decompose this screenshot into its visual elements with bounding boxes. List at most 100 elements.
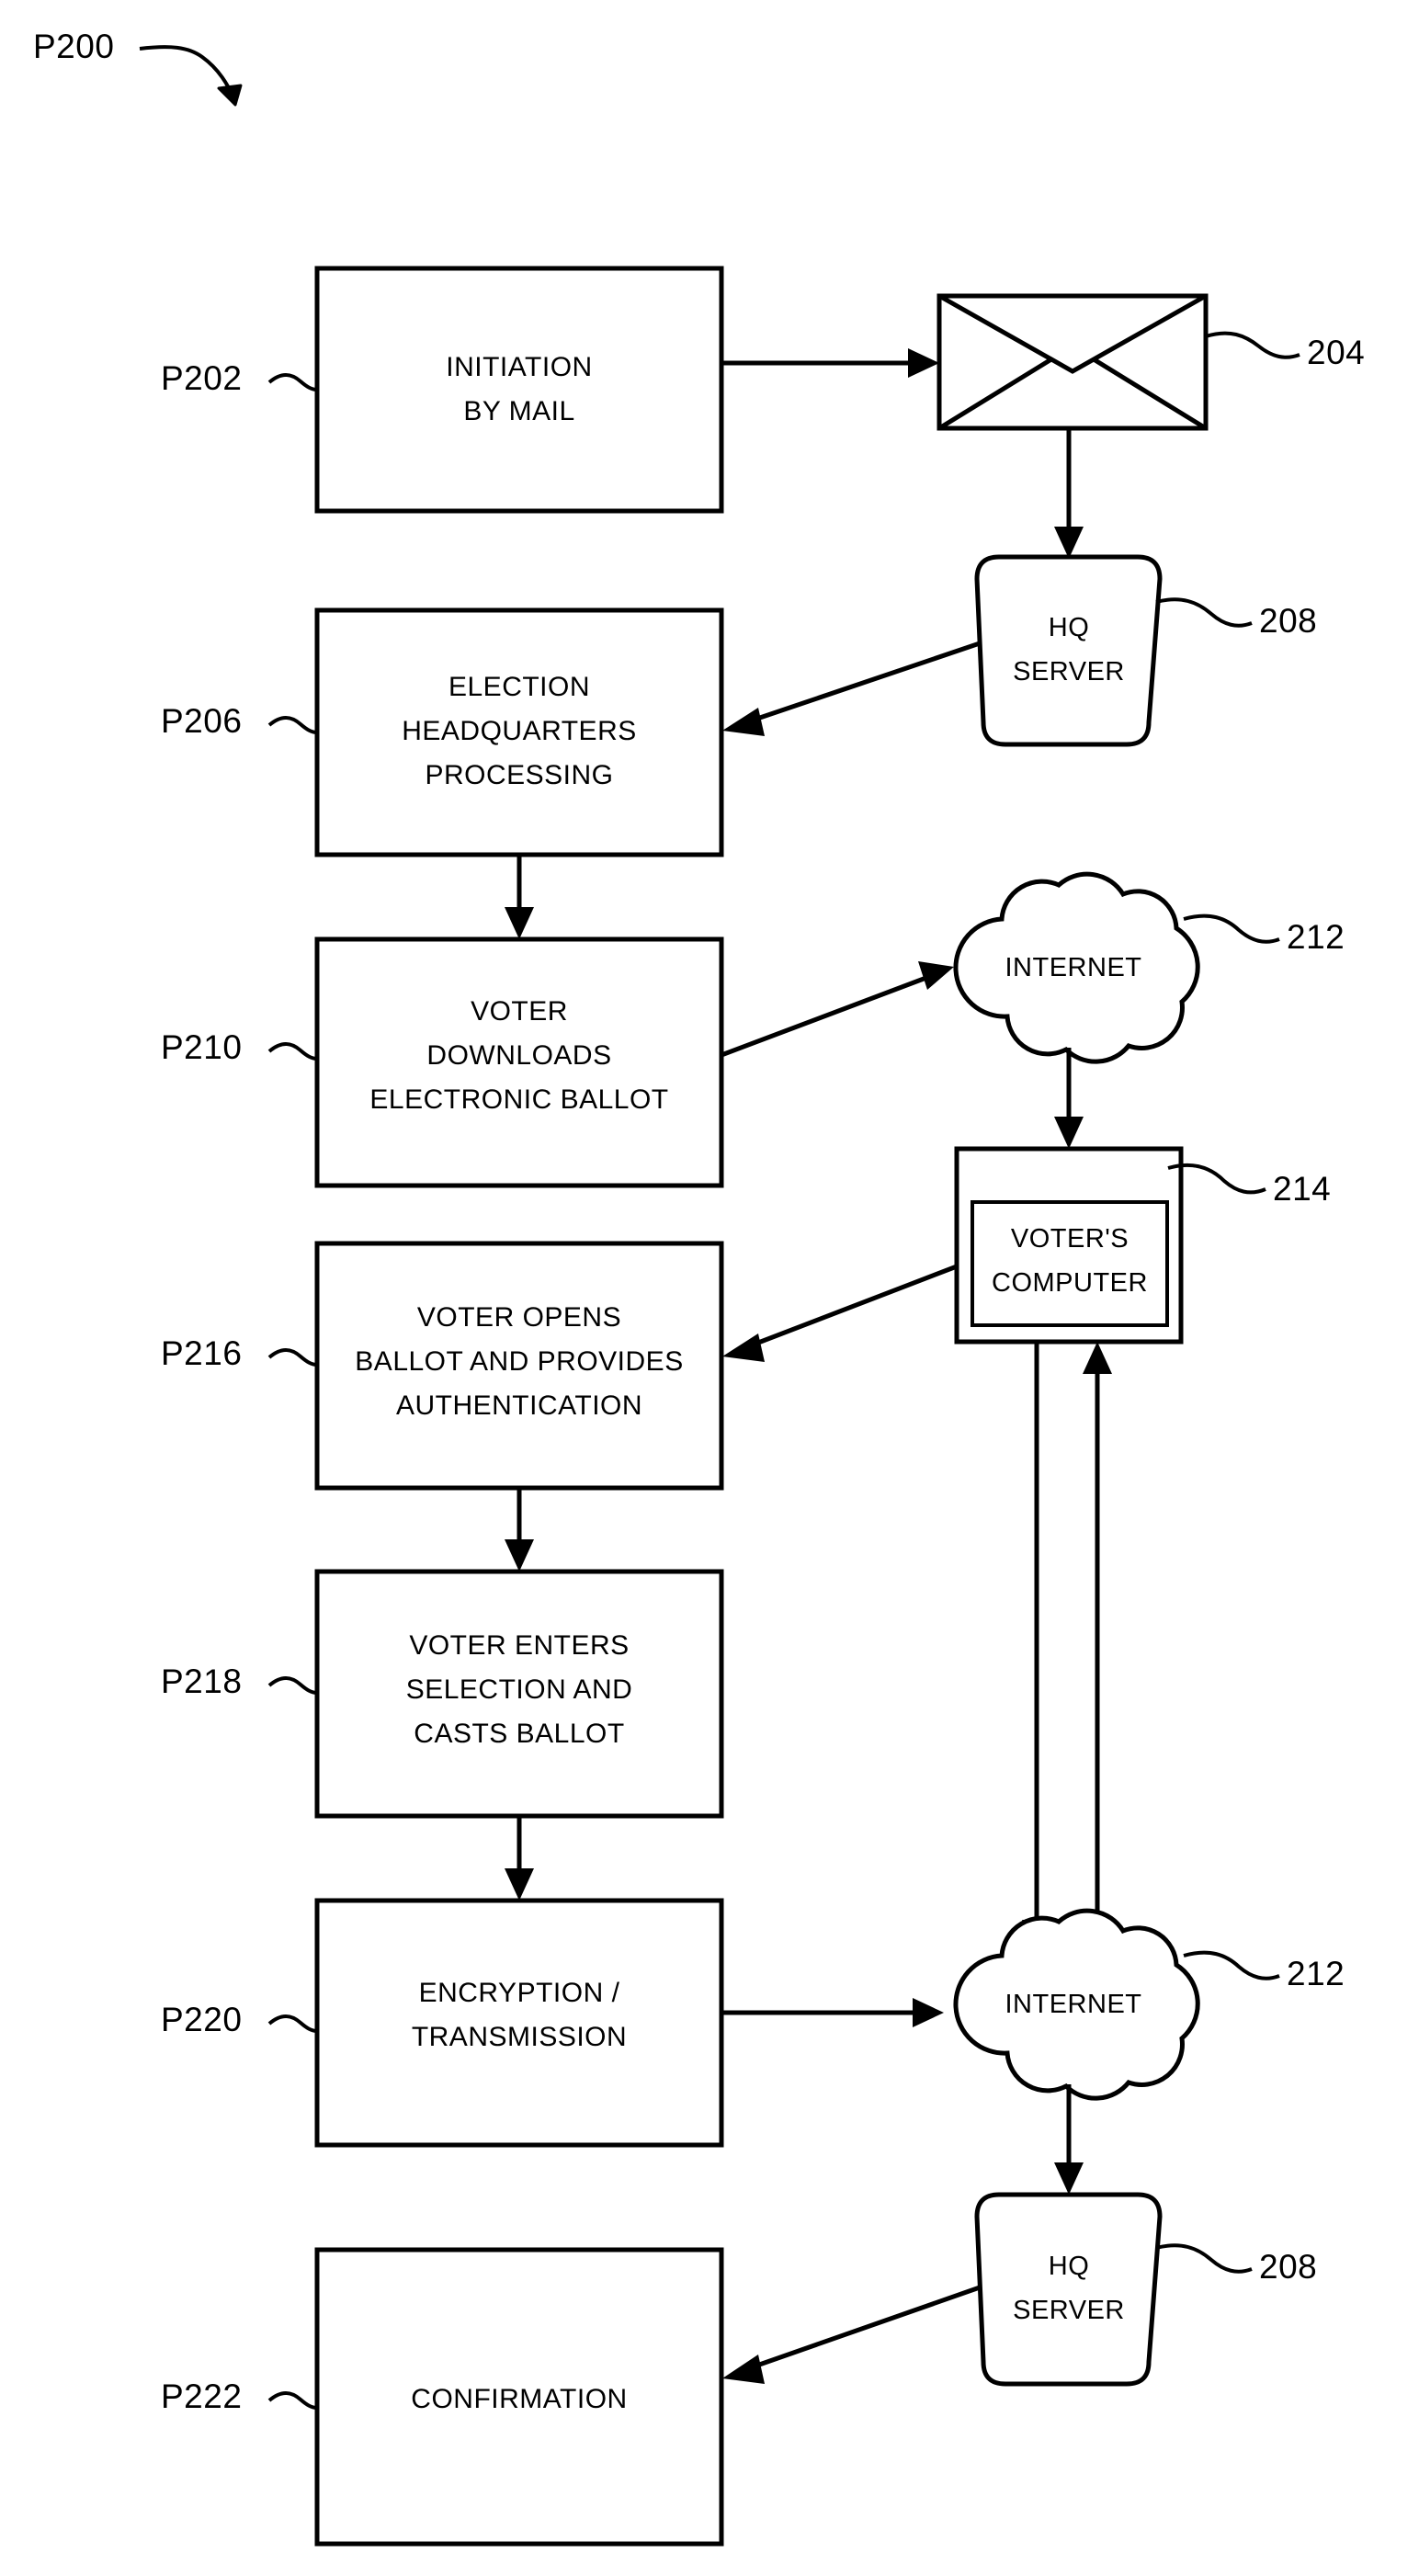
monitor-icon[interactable]: VOTER'S COMPUTER [954,1146,1184,1345]
arrow-server-to-p206 [722,641,981,736]
arrow-computer-to-p216 [722,1264,958,1362]
envelope-icon[interactable] [937,293,1209,431]
arrow-p202-to-envelope [721,348,939,378]
arrow-server-to-p206-line [745,641,981,725]
ref-p222-group: P222 [161,2377,318,2415]
ref-p206-group: P206 [161,702,318,740]
cloud-icon-top-label: INTERNET [1005,953,1142,982]
process-box-p216-line2: BALLOT AND PROVIDES [355,1346,683,1377]
ref-label-p216: P216 [161,1334,242,1372]
arrow-internet-top-to-computer-head [1054,1117,1084,1149]
monitor-icon-line2: COMPUTER [992,1268,1148,1298]
cloud-icon-bottom[interactable]: INTERNET [953,1908,1200,2101]
cloud-icon-bottom-label: INTERNET [1005,1990,1142,2019]
arrow-p210-to-internet-top-head [918,961,954,990]
monitor-icon-line1: VOTER'S [1011,1224,1129,1254]
ref-label-p210: P210 [161,1028,242,1066]
figure-id-leader [139,45,237,102]
process-box-p206-line3: PROCESSING [425,760,613,790]
server-icon-top[interactable]: HQ SERVER [974,554,1163,747]
envelope-icon-body[interactable] [937,293,1209,431]
arrow-p216-to-p218 [505,1488,534,1572]
arrow-server-to-p222 [722,2285,981,2384]
process-box-p210-line3: ELECTRONIC BALLOT [369,1084,668,1115]
process-box-p218[interactable]: VOTER ENTERS SELECTION AND CASTS BALLOT [314,1569,724,1819]
arrow-server-to-p206-head [722,708,765,736]
arrow-internet-bottom-to-computer [1083,1342,1112,1952]
ref-212-bottom-group: 212 [1183,1950,1345,1992]
cloud-icon-top[interactable]: INTERNET [953,871,1200,1064]
ref-leader-p206 [267,716,318,734]
server-icon-top-line2: SERVER [1013,657,1125,687]
ref-leader-212-top [1183,914,1280,944]
ref-label-p206: P206 [161,702,242,740]
ref-p210-group: P210 [161,1028,318,1066]
process-box-p216[interactable]: VOTER OPENS BALLOT AND PROVIDES AUTHENTI… [314,1241,724,1491]
process-box-p218-line2: SELECTION AND [406,1674,633,1705]
arrow-internet-top-to-computer [1054,1048,1084,1149]
arrow-server-to-p222-line [745,2285,981,2372]
arrow-p210-to-internet-top [721,961,954,1058]
ref-p218-group: P218 [161,1662,318,1700]
process-box-p206[interactable]: ELECTION HEADQUARTERS PROCESSING [314,607,724,857]
arrow-p216-to-p218-head [505,1539,534,1572]
process-box-p210[interactable]: VOTER DOWNLOADS ELECTRONIC BALLOT [314,936,724,1188]
arrow-p202-to-envelope-head [908,348,939,378]
arrow-p220-to-internet-bottom [721,1998,944,2027]
ref-label-208-top: 208 [1259,602,1317,640]
figure-id-arrowhead [217,84,243,107]
arrow-internet-bottom-to-server [1054,2084,1084,2195]
ref-p216-group: P216 [161,1334,318,1372]
ref-leader-p218 [267,1676,318,1695]
ref-208-top-group: 208 [1155,597,1317,640]
process-box-p202[interactable]: INITIATION BY MAIL [314,266,724,514]
process-box-p210-line2: DOWNLOADS [426,1040,611,1071]
ref-leader-208-top [1155,597,1253,628]
server-icon-bottom-body[interactable] [974,2192,1163,2387]
arrow-p210-to-internet-top-line [721,973,932,1058]
process-box-p206-line2: HEADQUARTERS [402,716,637,746]
ref-leader-p222 [267,2391,318,2410]
process-box-p222-line1: CONFIRMATION [411,2384,627,2414]
arrow-p220-to-internet-bottom-head [913,1998,944,2027]
ref-214-group: 214 [1167,1163,1331,1208]
server-icon-bottom[interactable]: HQ SERVER [974,2192,1163,2387]
server-icon-top-body[interactable] [974,554,1163,747]
ref-label-212-bottom: 212 [1287,1955,1345,1992]
ref-label-214: 214 [1273,1170,1331,1208]
ref-label-p222: P222 [161,2377,242,2415]
arrow-p218-to-p220-head [505,1868,534,1901]
process-box-p218-line1: VOTER ENTERS [409,1630,629,1661]
monitor-icon-screen[interactable] [971,1200,1169,1327]
ref-label-p218: P218 [161,1662,242,1700]
arrow-p218-to-p220 [505,1816,534,1901]
arrow-computer-to-p216-head [722,1333,765,1362]
arrow-envelope-to-server-head [1054,527,1084,559]
arrow-envelope-to-server [1054,428,1084,559]
ref-208-bottom-group: 208 [1155,2243,1317,2286]
ref-leader-204 [1205,331,1300,359]
flowchart-canvas: P200 INITIATION BY MAIL P202 204 HQ SERV… [33,28,1365,2547]
process-box-p218-line3: CASTS BALLOT [414,1719,624,1749]
arrow-server-to-p222-head [722,2355,765,2384]
ref-leader-p210 [267,1042,318,1061]
ref-p202-group: P202 [161,359,318,397]
process-box-p220-line2: TRANSMISSION [412,2022,627,2052]
patent-figure: P200 INITIATION BY MAIL P202 204 HQ SERV… [0,0,1419,2576]
arrow-computer-to-p216-line [745,1264,958,1350]
process-box-p202-line2: BY MAIL [463,396,574,426]
server-icon-top-line1: HQ [1049,613,1090,642]
process-box-p222[interactable]: CONFIRMATION [314,2247,724,2547]
process-box-p216-line3: AUTHENTICATION [396,1390,642,1421]
process-box-p206-line1: ELECTION [448,672,590,702]
arrow-internet-bottom-to-server-head [1054,2162,1084,2195]
ref-label-p202: P202 [161,359,242,397]
arrow-computer-to-internet-bottom [1022,1342,1051,1952]
process-box-p220[interactable]: ENCRYPTION / TRANSMISSION [314,1898,724,2148]
ref-204-group: 204 [1205,331,1365,371]
ref-leader-212-bottom [1183,1950,1280,1980]
ref-leader-p216 [267,1348,318,1367]
arrow-p206-to-p210 [505,855,534,939]
ref-p220-group: P220 [161,2001,318,2038]
process-box-p202-rect[interactable] [314,266,724,514]
